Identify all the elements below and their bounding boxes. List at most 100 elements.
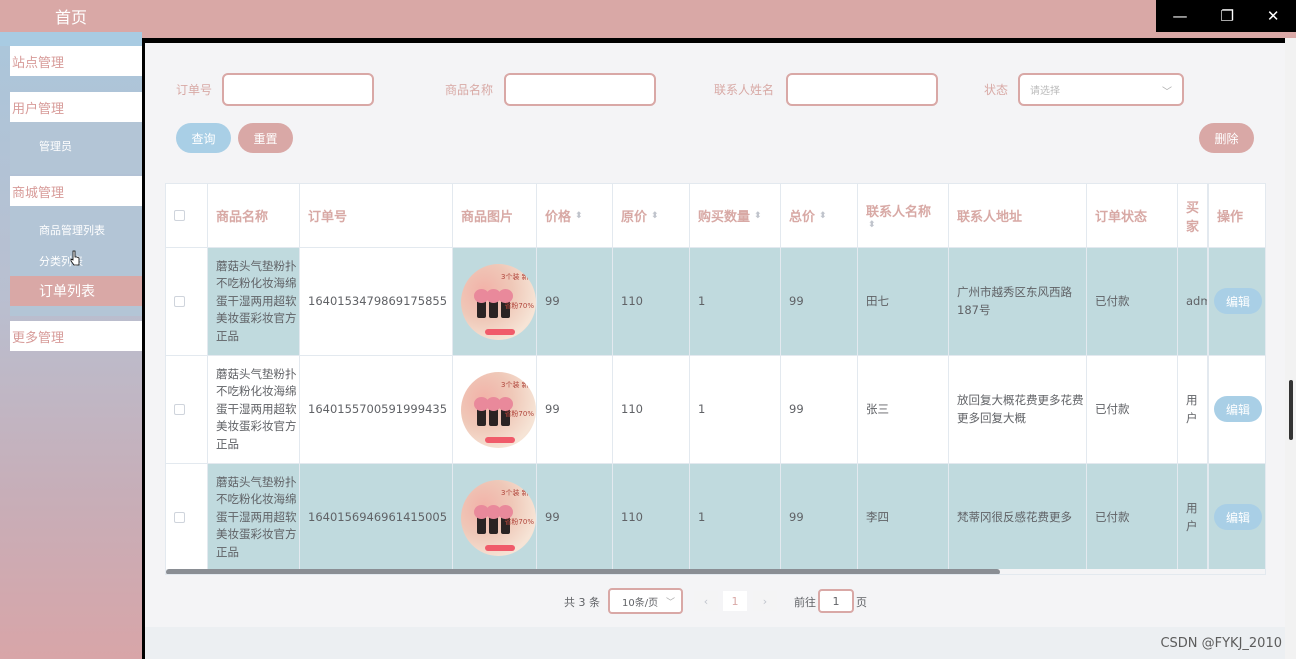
status-cell: 已付款 bbox=[1087, 356, 1178, 463]
header-status: 订单状态 bbox=[1087, 184, 1178, 247]
header-total[interactable]: 总价 ⬍ bbox=[781, 184, 858, 247]
product-cell: 蘑菇头气垫粉扑不吃粉化妆海绵蛋干湿两用超软美妆蛋彩妆官方正品 bbox=[208, 356, 300, 463]
goto-label: 前往 bbox=[794, 596, 816, 609]
top-bar bbox=[142, 0, 1296, 38]
orders-table: 商品名称 订单号 商品图片 价格 ⬍ 原价 ⬍ 购买数量 ⬍ 总价 ⬍ 联系人名称 ⬍ 联… bbox=[165, 183, 1266, 575]
row-checkbox[interactable] bbox=[174, 404, 185, 415]
sort-icon[interactable]: ⬍ bbox=[651, 211, 659, 221]
address-cell: 广州市越秀区东风西路187号 bbox=[949, 248, 1087, 355]
pagination-total: 共 3 条 bbox=[564, 596, 600, 609]
contact-cell: 张三 bbox=[858, 356, 949, 463]
order-no-label: 订单号 bbox=[176, 83, 213, 97]
contact-name-label: 联系人姓名 bbox=[714, 83, 775, 97]
sidebar-group-user[interactable]: 用户管理 bbox=[10, 92, 142, 122]
sidebar-group-site[interactable]: 站点管理 bbox=[10, 46, 142, 76]
header-price[interactable]: 价格 ⬍ bbox=[537, 184, 613, 247]
product-cell: 蘑菇头气垫粉扑不吃粉化妆海绵蛋干湿两用超软美妆蛋彩妆官方正品 bbox=[208, 248, 300, 355]
page-scroll-edge bbox=[1285, 38, 1296, 659]
sort-icon[interactable]: ⬍ bbox=[754, 211, 762, 221]
row-checkbox[interactable] bbox=[174, 296, 185, 307]
original-price-cell: 110 bbox=[613, 464, 690, 571]
header-original-price[interactable]: 原价 ⬍ bbox=[613, 184, 690, 247]
header-contact[interactable]: 联系人名称 ⬍ bbox=[858, 184, 949, 247]
price-cell: 99 bbox=[537, 464, 613, 571]
main-content: 订单号 商品名称 联系人姓名 状态 请选择 ﹀ 查询 重置 删除 商品名称 订单… bbox=[145, 43, 1285, 627]
table-scrollbar[interactable] bbox=[166, 569, 1000, 574]
bottom-strip bbox=[145, 627, 1296, 659]
address-cell: 放回复大概花费更多花费更多回复大概 bbox=[949, 356, 1087, 463]
price-cell: 99 bbox=[537, 356, 613, 463]
delete-button[interactable]: 删除 bbox=[1199, 123, 1254, 153]
contact-name-input[interactable] bbox=[786, 73, 938, 106]
row-checkbox-cell bbox=[166, 248, 208, 355]
status-placeholder: 请选择 bbox=[1030, 86, 1060, 97]
row-checkbox-cell bbox=[166, 464, 208, 571]
buyer-cell: 用户 bbox=[1178, 356, 1208, 463]
total-cell: 99 bbox=[781, 248, 858, 355]
product-name-input[interactable] bbox=[504, 73, 656, 106]
buyer-cell: admin bbox=[1178, 248, 1208, 355]
image-cell: 3个装 新升 省粉70% bbox=[453, 356, 537, 463]
address-cell: 梵蒂冈很反感花费更多 bbox=[949, 464, 1087, 571]
image-cell: 3个装 新升 省粉70% bbox=[453, 248, 537, 355]
select-all-checkbox[interactable] bbox=[174, 210, 185, 221]
page-size-select[interactable]: 10条/页 ﹀ bbox=[608, 588, 683, 614]
window-controls: — ❐ ✕ bbox=[1156, 0, 1296, 32]
product-image: 3个装 新升 省粉70% bbox=[461, 263, 536, 340]
mouse-cursor-icon bbox=[70, 250, 80, 266]
header-actions: 操作 bbox=[1208, 184, 1265, 247]
status-label: 状态 bbox=[984, 83, 1009, 97]
qty-cell: 1 bbox=[690, 248, 781, 355]
header-checkbox-cell bbox=[166, 184, 208, 247]
order-no-cell: 1640155700591999435 bbox=[300, 356, 453, 463]
prev-page-button[interactable]: ‹ bbox=[694, 591, 718, 611]
query-button[interactable]: 查询 bbox=[176, 123, 231, 153]
table-row: 蘑菇头气垫粉扑不吃粉化妆海绵蛋干湿两用超软美妆蛋彩妆官方正品 164015570… bbox=[166, 355, 1265, 463]
table-row: 蘑菇头气垫粉扑不吃粉化妆海绵蛋干湿两用超软美妆蛋彩妆官方正品 164015694… bbox=[166, 463, 1265, 571]
chevron-down-icon: ﹀ bbox=[1162, 87, 1172, 98]
sort-icon[interactable]: ⬍ bbox=[575, 211, 583, 221]
header-image: 商品图片 bbox=[453, 184, 537, 247]
sort-icon[interactable]: ⬍ bbox=[868, 220, 876, 230]
table-row: 蘑菇头气垫粉扑不吃粉化妆海绵蛋干湿两用超软美妆蛋彩妆官方正品 164015347… bbox=[166, 247, 1265, 355]
header-qty[interactable]: 购买数量 ⬍ bbox=[690, 184, 781, 247]
qty-cell: 1 bbox=[690, 356, 781, 463]
product-image: 3个装 新升 省粉70% bbox=[461, 371, 536, 448]
close-icon[interactable]: ✕ bbox=[1267, 7, 1280, 25]
goto-page-input[interactable]: 1 bbox=[818, 589, 854, 613]
edit-button[interactable]: 编辑 bbox=[1214, 396, 1262, 422]
sort-icon[interactable]: ⬍ bbox=[819, 211, 827, 221]
minimize-icon[interactable]: — bbox=[1172, 7, 1187, 25]
sidebar-item-admin[interactable]: 管理员 bbox=[10, 131, 142, 161]
header-product: 商品名称 bbox=[208, 184, 300, 247]
row-checkbox[interactable] bbox=[174, 512, 185, 523]
sidebar-item-products[interactable]: 商品管理列表 bbox=[10, 215, 142, 245]
qty-cell: 1 bbox=[690, 464, 781, 571]
header-address: 联系人地址 bbox=[949, 184, 1087, 247]
status-cell: 已付款 bbox=[1087, 248, 1178, 355]
sidebar-band bbox=[0, 32, 142, 46]
order-no-input[interactable] bbox=[222, 73, 374, 106]
sidebar-group-mall[interactable]: 商城管理 bbox=[10, 176, 142, 206]
buyer-cell: 用户 bbox=[1178, 464, 1208, 571]
product-cell: 蘑菇头气垫粉扑不吃粉化妆海绵蛋干湿两用超软美妆蛋彩妆官方正品 bbox=[208, 464, 300, 571]
chevron-down-icon: ﹀ bbox=[665, 597, 675, 608]
reset-button[interactable]: 重置 bbox=[238, 123, 293, 153]
next-page-button[interactable]: › bbox=[753, 591, 777, 611]
original-price-cell: 110 bbox=[613, 356, 690, 463]
price-cell: 99 bbox=[537, 248, 613, 355]
header-order-no: 订单号 bbox=[300, 184, 453, 247]
sidebar-home[interactable]: 首页 bbox=[0, 0, 142, 32]
page-suffix: 页 bbox=[856, 596, 867, 609]
total-cell: 99 bbox=[781, 356, 858, 463]
sidebar-item-orders[interactable]: 订单列表 bbox=[10, 276, 142, 306]
sidebar-group-more[interactable]: 更多管理 bbox=[10, 321, 142, 351]
edit-button[interactable]: 编辑 bbox=[1214, 504, 1262, 530]
page-number[interactable]: 1 bbox=[723, 591, 747, 611]
edit-button[interactable]: 编辑 bbox=[1214, 288, 1262, 314]
page-scrollbar[interactable] bbox=[1289, 380, 1293, 440]
order-no-cell: 1640156946961415005 bbox=[300, 464, 453, 571]
status-select[interactable]: 请选择 ﹀ bbox=[1018, 73, 1184, 106]
header-buyer: 买家 bbox=[1178, 184, 1208, 247]
restore-icon[interactable]: ❐ bbox=[1220, 7, 1233, 25]
